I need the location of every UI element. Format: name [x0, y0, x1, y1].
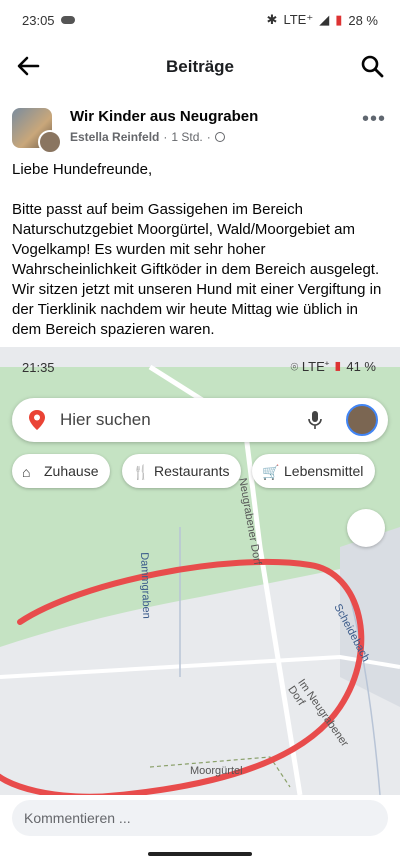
map-label-dammgraben: Dammgraben [138, 552, 153, 620]
group-name[interactable]: Wir Kinder aus Neugraben [70, 108, 258, 125]
home-icon: ⌂ [22, 464, 31, 480]
page-title: Beiträge [165, 57, 235, 76]
layers-icon [347, 509, 385, 547]
meta-separator: · [163, 130, 168, 144]
post-header: Wir Kinder aus Neugraben Estella Reinfel… [12, 104, 388, 154]
fork-knife-icon: 🍴 [132, 464, 150, 480]
map-search-bar: Hier suchen [12, 398, 388, 442]
map-profile-avatar [346, 404, 378, 436]
author-avatar[interactable] [38, 130, 62, 154]
bluetooth-icon: ✱ [266, 12, 278, 27]
map-battery-icon: ▮ [332, 359, 343, 374]
network-label: LTE⁺ [283, 12, 314, 27]
microphone-icon [308, 411, 322, 429]
status-time: 23:05 [22, 12, 55, 28]
gesture-nav-bar[interactable] [148, 852, 252, 856]
map-battery-level: 41 % [346, 359, 376, 374]
status-bar: 23:05 ✱ LTE⁺ ◢ ▮ 28 % [0, 0, 400, 40]
maps-pin-icon [29, 410, 45, 430]
battery-level: 28 % [348, 12, 378, 28]
chip-restaurants: 🍴 Restaurants [122, 454, 242, 488]
search-icon[interactable] [358, 52, 386, 80]
map-status-network: ⌾ LTE⁺ ▮ 41 % [290, 359, 376, 375]
post-image-map-screenshot[interactable]: 21:35 ⌾ LTE⁺ ▮ 41 % Hier suchen ⌂ Zuhaus… [0, 347, 400, 795]
more-options-icon[interactable]: ••• [362, 108, 386, 131]
post-paragraph: Liebe Hundefreunde, [12, 161, 153, 178]
post-text: Liebe Hundefreunde, Bitte passt auf beim… [12, 160, 390, 360]
map-status-time: 21:35 [22, 359, 55, 375]
map-label-moorguertel: Moorgürtel [190, 765, 243, 777]
cloud-icon [60, 16, 75, 24]
battery-icon: ▮ [335, 12, 343, 27]
app-header: Beiträge [0, 40, 400, 94]
map-search-placeholder: Hier suchen [60, 410, 151, 429]
back-arrow-icon[interactable] [14, 52, 42, 80]
signal-icon: ◢ [319, 12, 330, 27]
location-icon: ⌾ [290, 359, 299, 374]
meta-separator: · [206, 130, 211, 144]
map-chips: ⌂ Zuhause 🍴 Restaurants 🛒 Lebensmittel [12, 454, 400, 488]
chip-label: Zuhause [44, 463, 99, 479]
chip-home: ⌂ Zuhause [12, 454, 111, 488]
author-name[interactable]: Estella Reinfeld [70, 130, 159, 144]
chip-label: Lebensmittel [284, 463, 364, 479]
map-network-label: LTE⁺ [301, 359, 330, 374]
map-status-bar: 21:35 ⌾ LTE⁺ ▮ 41 % [0, 347, 400, 387]
cart-icon: 🛒 [262, 464, 280, 480]
post-paragraph: Bitte passt auf beim Gassigehen im Berei… [12, 201, 382, 338]
post-meta: Estella Reinfeld · 1 Std. · [70, 130, 225, 144]
comment-input[interactable]: Kommentieren ... [12, 800, 388, 836]
post-time: 1 Std. [171, 130, 203, 144]
audience-icon [214, 132, 225, 142]
chip-groceries: 🛒 Lebensmittel [252, 454, 376, 488]
chip-label: Restaurants [154, 463, 230, 479]
